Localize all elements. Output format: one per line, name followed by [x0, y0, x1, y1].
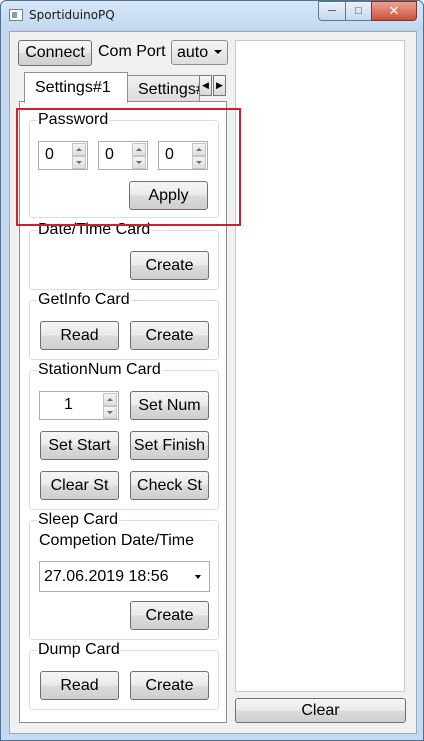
stationnum-card-title: StationNum Card — [37, 361, 162, 379]
set-num-button[interactable]: Set Num — [130, 391, 209, 420]
check-st-button[interactable]: Check St — [130, 471, 209, 500]
dump-card-title: Dump Card — [37, 641, 121, 659]
spin-down-icon[interactable] — [103, 406, 117, 419]
com-port-label: Com Port — [98, 43, 166, 60]
sleep-card-title: Sleep Card — [37, 511, 120, 529]
dump-read-button[interactable]: Read — [40, 671, 119, 700]
clear-st-button[interactable]: Clear St — [40, 471, 119, 500]
chevron-down-icon[interactable] — [195, 575, 201, 579]
maximize-button[interactable]: □ — [345, 1, 371, 21]
com-port-select[interactable]: auto — [171, 40, 228, 65]
chevron-down-icon — [214, 50, 222, 54]
connect-button[interactable]: Connect — [18, 40, 92, 66]
log-text-area[interactable] — [235, 40, 405, 692]
tab-scroll-left-icon[interactable]: ◀ — [199, 75, 212, 96]
tab-settings-2[interactable]: Settings#2 — [127, 75, 200, 103]
datetime-card-create-button[interactable]: Create — [130, 251, 209, 280]
close-button[interactable]: ✕ — [371, 1, 417, 21]
station-number-value: 1 — [64, 396, 73, 413]
app-icon — [9, 9, 23, 21]
sleep-card-create-button[interactable]: Create — [130, 601, 209, 630]
getinfo-create-button[interactable]: Create — [130, 321, 209, 350]
getinfo-card-title: GetInfo Card — [37, 291, 131, 309]
minimize-button[interactable]: ─ — [318, 1, 345, 21]
spin-up-icon[interactable] — [103, 393, 117, 406]
station-number-spinbox[interactable]: 1 — [39, 391, 119, 420]
set-start-button[interactable]: Set Start — [40, 431, 119, 460]
set-finish-button[interactable]: Set Finish — [130, 431, 209, 460]
clear-log-button[interactable]: Clear — [235, 698, 406, 723]
competition-datetime-label: Competion Date/Time — [39, 532, 195, 549]
com-port-value: auto — [177, 43, 209, 61]
tab-scroll-right-icon[interactable]: ▶ — [213, 75, 226, 96]
competition-datetime-value: 27.06.2019 18:56 — [44, 567, 169, 585]
dump-create-button[interactable]: Create — [130, 671, 209, 700]
tab-settings-1[interactable]: Settings#1 — [24, 72, 128, 103]
password-highlight-box — [16, 108, 241, 226]
window-title: SportiduinoPQ — [29, 8, 115, 22]
getinfo-read-button[interactable]: Read — [40, 321, 119, 350]
competition-datetime-picker[interactable]: 27.06.2019 18:56 — [39, 561, 210, 592]
title-bar: SportiduinoPQ ─ □ ✕ — [1, 1, 423, 31]
